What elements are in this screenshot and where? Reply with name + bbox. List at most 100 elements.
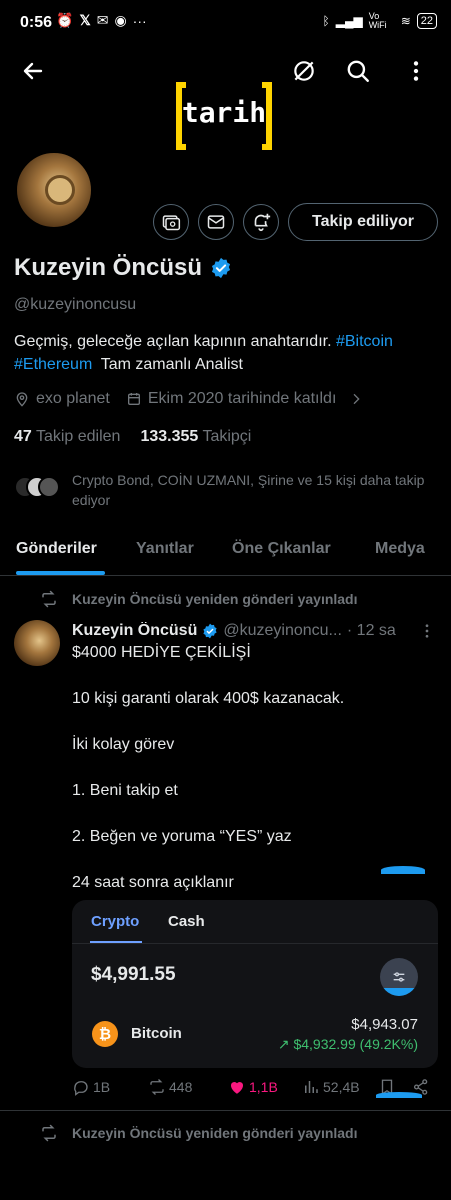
logo-text: tarih	[181, 96, 267, 129]
post-time: · 12 sa	[346, 622, 396, 639]
active-tab-indicator	[16, 571, 105, 575]
subscribe-button[interactable]	[153, 204, 189, 240]
verified-badge-icon[interactable]	[210, 257, 232, 279]
post-text-line: 10 kişi garanti olarak 400$ kazanacak.	[72, 690, 345, 707]
system-icons: ᛒ ▂▄▆ Vo WiFi ≋ 22	[323, 12, 437, 30]
floating-button-fragment[interactable]	[376, 1092, 422, 1098]
more-vertical-icon	[425, 624, 429, 638]
profile-stats: 47 Takip edilen 133.355 Takipçi	[14, 428, 251, 446]
bluetooth-icon: ᛒ	[322, 14, 330, 28]
known-followers-text: Crypto Bond, COİN UZMANI, Şirine ve 15 k…	[72, 472, 425, 508]
repost-label: Kuzeyin Öncüsü yeniden gönderi yayınladı	[72, 591, 358, 607]
subscription-icon	[162, 215, 181, 231]
status-bar: 0:56 ⏰ 𝕏 ✉ ◉ ··· ᛒ ▂▄▆ Vo WiFi ≋ 22	[0, 0, 451, 46]
bar-chart-icon	[305, 1081, 318, 1093]
following-count: 47	[14, 428, 32, 445]
repost-icon	[42, 590, 56, 608]
hashtag-bitcoin[interactable]: #Bitcoin	[336, 333, 393, 350]
repost-icon	[42, 1124, 56, 1142]
embedded-wallet-card[interactable]: Crypto Cash $4,991.55 ₿ Bitcoin $4,943.0…	[72, 900, 438, 1068]
location-pin-icon	[16, 392, 28, 407]
known-followers[interactable]: Crypto Bond, COİN UZMANI, Şirine ve 15 k…	[14, 470, 439, 510]
search-button[interactable]	[341, 54, 375, 88]
reply-count: 1B	[93, 1079, 111, 1095]
repost-indicator[interactable]: Kuzeyin Öncüsü yeniden gönderi yayınladı	[40, 1124, 358, 1142]
profile-name-row: Kuzeyin Öncüsü	[14, 254, 232, 282]
status-time: 0:56	[20, 14, 53, 31]
network-label: Vo WiFi	[368, 11, 387, 30]
chevron-right-icon[interactable]	[348, 391, 364, 407]
post-text-line: 1. Beni takip et	[72, 782, 178, 799]
message-button[interactable]	[198, 204, 234, 240]
post-handle[interactable]: @kuzeyinoncu...	[223, 622, 342, 640]
hashtag-ethereum[interactable]: #Ethereum	[14, 356, 92, 373]
search-icon	[347, 60, 369, 82]
wallet-balance: $4,991.55	[91, 964, 176, 985]
bio-suffix: Tam zamanlı Analist	[100, 356, 243, 373]
toggle-highlight	[380, 988, 418, 996]
post-more-button[interactable]	[418, 622, 438, 642]
verified-badge-icon	[203, 623, 217, 639]
app-icon: ◉	[114, 12, 127, 28]
banner-logo: tarih	[176, 82, 272, 150]
repost-label: Kuzeyin Öncüsü yeniden gönderi yayınladı	[72, 1125, 358, 1141]
like-count: 1,1B	[249, 1079, 278, 1095]
wallet-tab-indicator	[90, 941, 142, 943]
envelope-icon	[207, 215, 225, 229]
like-button[interactable]: 1,1B	[228, 1078, 278, 1096]
views-button[interactable]: 52,4B	[302, 1078, 360, 1096]
notification-icons: ⏰ 𝕏 ✉ ◉ ···	[56, 12, 147, 29]
repost-indicator[interactable]: Kuzeyin Öncüsü yeniden gönderi yayınladı	[40, 590, 358, 608]
repost-count: 448	[169, 1079, 193, 1095]
battery-icon: 22	[416, 13, 437, 29]
wallet-tabs: Crypto Cash	[72, 900, 438, 944]
followers-count: 133.355	[140, 428, 199, 445]
more-notifications-icon: ···	[132, 12, 147, 29]
wallet-toggle-button[interactable]	[380, 958, 418, 996]
post-text-line: $4000 HEDİYE ÇEKİLİŞİ	[72, 644, 251, 661]
tab-media[interactable]: Medya	[375, 540, 425, 558]
profile-tabs: Gönderiler Yanıtlar Öne Çıkanlar Medya	[0, 528, 451, 576]
following-stat[interactable]: 47 Takip edilen	[14, 428, 120, 446]
notify-button[interactable]	[243, 204, 279, 240]
more-button[interactable]	[399, 54, 433, 88]
post-author[interactable]: Kuzeyin Öncüsü	[72, 622, 197, 640]
tab-posts[interactable]: Gönderiler	[16, 540, 97, 558]
post-text-line: 24 saat sonra açıklanır	[72, 874, 234, 891]
coin-change: ↗ $4,932.99 (49.2K%)	[277, 1036, 418, 1052]
hide-icon	[294, 61, 314, 81]
tab-highlights[interactable]: Öne Çıkanlar	[232, 540, 331, 558]
back-button[interactable]	[16, 54, 50, 88]
more-vertical-icon	[413, 61, 419, 81]
post-text-line: 2. Beğen ve yoruma “YES” yaz	[72, 828, 292, 845]
signal-icon: ▂▄▆	[335, 14, 363, 28]
sliders-icon	[393, 972, 405, 982]
mail-icon: ✉	[96, 12, 109, 28]
profile-bio: Geçmiş, geleceğe açılan kapının anahtarı…	[14, 330, 439, 376]
followers-label: Takipçi	[202, 428, 252, 445]
repost-button[interactable]: 448	[148, 1078, 192, 1096]
followers-stat[interactable]: 133.355 Takipçi	[140, 428, 251, 446]
post-divider	[0, 1110, 451, 1111]
bio-text: Geçmiş, geleceğe açılan kapının anahtarı…	[14, 333, 332, 350]
tab-cash[interactable]: Cash	[168, 913, 205, 930]
comment-icon	[74, 1081, 88, 1096]
compass-image	[45, 175, 75, 205]
post-avatar[interactable]	[14, 620, 60, 666]
floating-button-fragment[interactable]	[381, 866, 425, 874]
x-app-icon: 𝕏	[79, 12, 91, 28]
coin-name: Bitcoin	[131, 1025, 182, 1042]
hide-button[interactable]	[287, 54, 321, 88]
view-count: 52,4B	[323, 1079, 360, 1095]
location-text: exo planet	[36, 390, 110, 407]
arrow-left-icon	[23, 62, 43, 80]
calendar-icon	[127, 393, 140, 405]
tab-crypto[interactable]: Crypto	[91, 913, 139, 930]
heart-icon	[230, 1081, 244, 1094]
reply-button[interactable]: 1B	[72, 1078, 110, 1096]
post-header: Kuzeyin Öncüsü @kuzeyinoncu... · 12 sa	[72, 622, 440, 640]
tab-replies[interactable]: Yanıtlar	[136, 540, 194, 558]
following-button[interactable]: Takip ediliyor	[288, 203, 438, 241]
known-follower-avatars	[14, 470, 64, 502]
profile-avatar[interactable]	[14, 150, 94, 230]
